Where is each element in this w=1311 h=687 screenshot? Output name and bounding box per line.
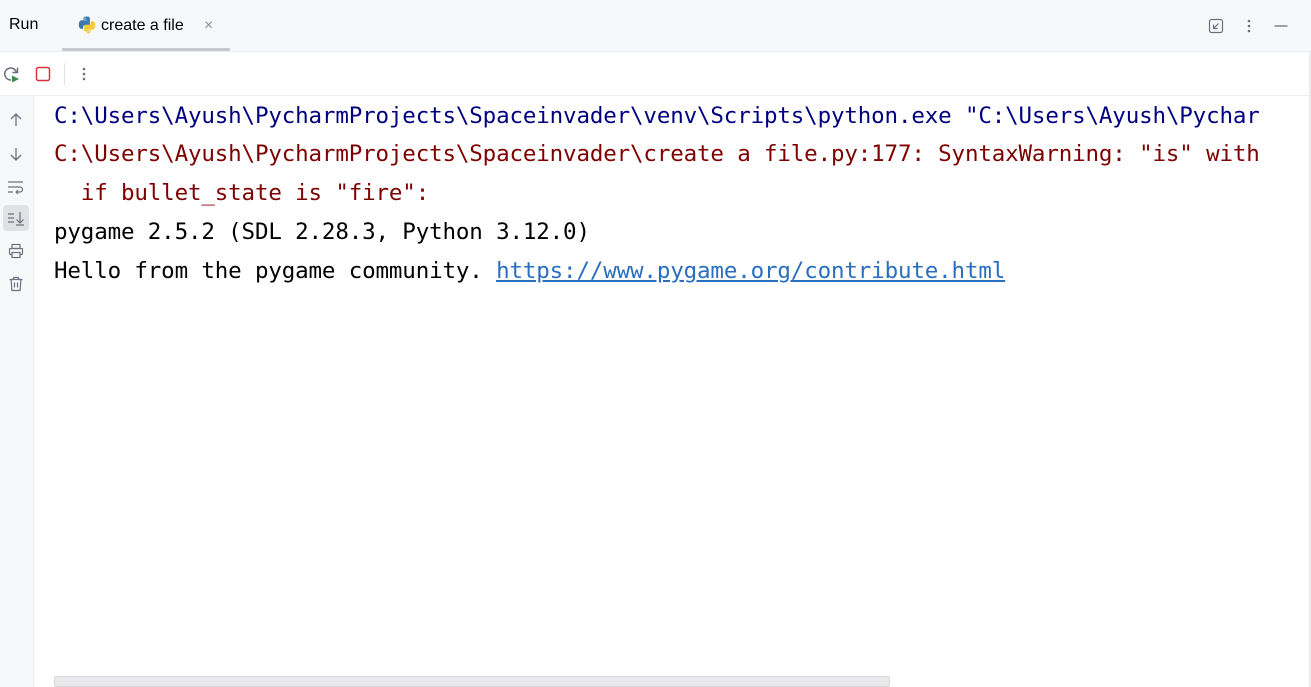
scroll-to-end-icon[interactable]: [3, 205, 29, 231]
more-vertical-icon[interactable]: [73, 63, 95, 85]
python-icon: [77, 15, 97, 35]
console-line-pygame-version: pygame 2.5.2 (SDL 2.28.3, Python 3.12.0): [54, 219, 590, 245]
console-line-warning-source: if bullet_state is "fire":: [54, 180, 430, 206]
close-icon[interactable]: ×: [204, 18, 213, 34]
console-line-hello-text: Hello from the pygame community.: [54, 258, 497, 284]
rerun-icon[interactable]: [0, 63, 22, 85]
tab-create-a-file[interactable]: create a file ×: [62, 0, 230, 52]
arrow-down-icon[interactable]: [3, 141, 29, 167]
console-gutter: [0, 96, 34, 687]
pygame-contribute-link[interactable]: https://www.pygame.org/contribute.html: [496, 258, 1005, 284]
run-tool-window-header: Run create a file ×: [0, 0, 1311, 52]
stop-icon[interactable]: [32, 63, 54, 85]
restore-layout-icon[interactable]: [1206, 16, 1226, 36]
console-output[interactable]: C:\Users\Ayush\PycharmProjects\Spaceinva…: [35, 96, 1311, 687]
toolbar-separator: [64, 63, 65, 85]
more-vertical-icon[interactable]: [1239, 16, 1259, 36]
arrow-up-icon[interactable]: [3, 107, 29, 133]
trash-icon[interactable]: [3, 271, 29, 297]
run-toolbar: [0, 52, 1311, 96]
console-line-hello: Hello from the pygame community. https:/…: [54, 257, 1005, 285]
console-line-warning: C:\Users\Ayush\PycharmProjects\Spaceinva…: [54, 141, 1260, 167]
run-label: Run: [9, 16, 39, 33]
console-line-command: C:\Users\Ayush\PycharmProjects\Spaceinva…: [54, 103, 1260, 129]
active-tab-indicator: [62, 48, 230, 51]
horizontal-scrollbar[interactable]: [54, 676, 890, 687]
minimize-icon[interactable]: [1271, 16, 1291, 36]
print-icon[interactable]: [3, 238, 29, 264]
tab-label: create a file: [101, 17, 184, 34]
soft-wrap-icon[interactable]: [3, 174, 29, 200]
